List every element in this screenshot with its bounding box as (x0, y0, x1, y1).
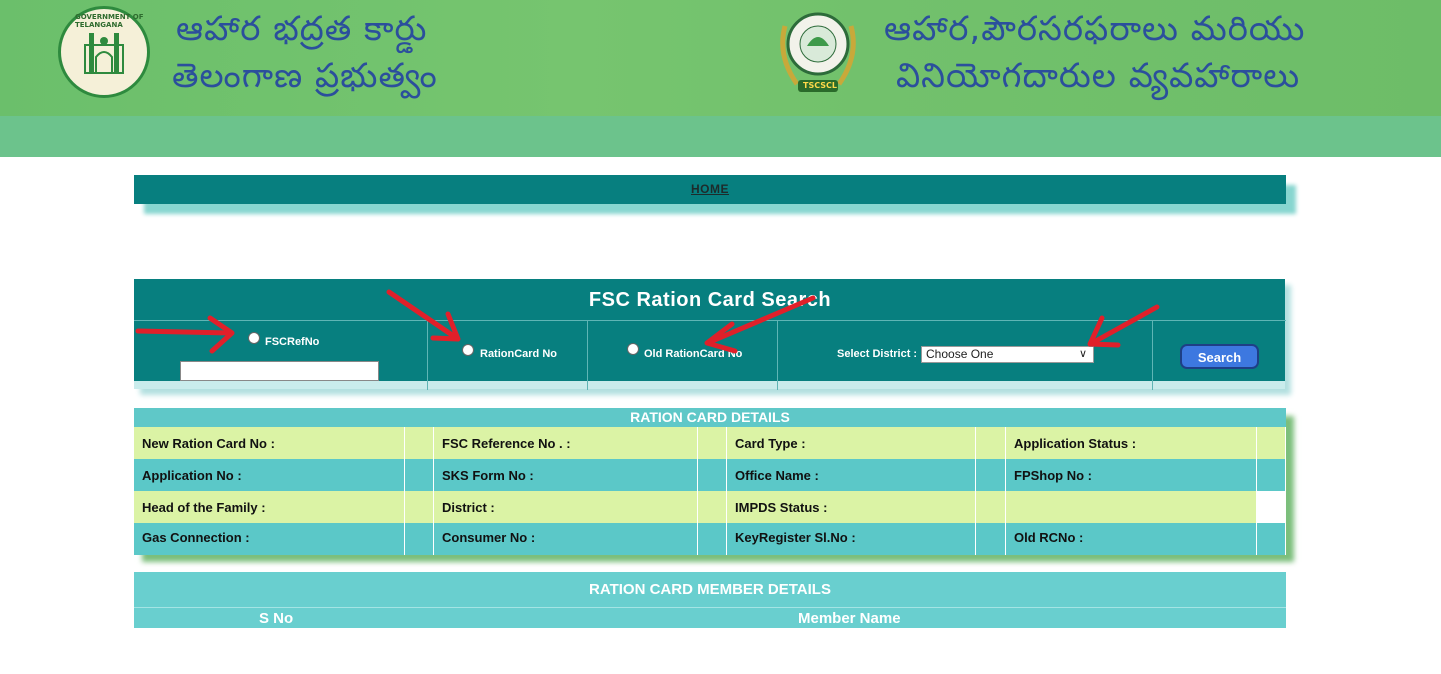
detail-value (976, 427, 1006, 459)
detail-label: Head of the Family : (142, 500, 266, 515)
search-options-row: FSCRefNo RationCard No Old RationCard No… (134, 320, 1286, 390)
detail-label: Old RCNo : (1014, 530, 1084, 545)
old-rationcard-label: Old RationCard No (644, 348, 743, 360)
divider (134, 607, 1286, 608)
detail-value (698, 427, 727, 459)
detail-label: FSC Reference No . : (442, 436, 571, 451)
search-title: FSC Ration Card Search (588, 289, 832, 311)
rationcard-radio[interactable] (462, 344, 474, 356)
detail-label: New Ration Card No : (142, 436, 275, 451)
detail-label: Application No : (142, 468, 242, 483)
detail-value (976, 491, 1006, 523)
details-title: RATION CARD DETAILS (134, 408, 1286, 427)
detail-value (405, 427, 434, 459)
detail-value (698, 491, 727, 523)
right-title-line2: వినియోగదారుల వ్యవహారాలు (896, 56, 1301, 96)
chevron-down-icon: ∨ (1078, 348, 1087, 360)
detail-value (405, 491, 434, 523)
member-details-table: RATION CARD MEMBER DETAILS S No Member N… (134, 572, 1286, 628)
old-rationcard-radio[interactable] (627, 343, 639, 355)
column-header-member-name: Member Name (798, 610, 901, 627)
detail-value (976, 523, 1006, 555)
left-title-line1: ఆహార భద్రత కార్డు (176, 9, 428, 49)
detail-label: SKS Form No : (442, 468, 534, 483)
table-row: Head of the Family : District : IMPDS St… (134, 491, 1286, 523)
detail-value (1257, 427, 1286, 459)
rationcard-cell: RationCard No (428, 321, 588, 390)
home-link[interactable]: HOME (691, 182, 729, 196)
detail-label: Card Type : (735, 436, 806, 451)
search-button[interactable]: Search (1180, 344, 1259, 369)
detail-label: KeyRegister Sl.No : (735, 530, 856, 545)
fscref-input[interactable] (180, 361, 379, 381)
logo-badge-text: TSCSCL (803, 81, 837, 90)
telangana-emblem-logo: GOVERNMENT OF TELANGANA (58, 6, 150, 98)
civil-supplies-logo: TSCSCL (777, 6, 859, 98)
detail-value (976, 459, 1006, 491)
fscref-cell: FSCRefNo (134, 321, 428, 390)
fscref-label: FSCRefNo (265, 336, 320, 348)
detail-label: Consumer No : (442, 530, 536, 545)
detail-value (1257, 459, 1286, 491)
detail-label: District : (442, 500, 495, 515)
detail-label: Application Status : (1014, 436, 1137, 451)
district-select-value: Choose One (926, 347, 994, 361)
detail-label: IMPDS Status : (735, 500, 828, 515)
right-title-line1: ఆహార,పౌరసరఫరాలు మరియు (884, 9, 1306, 49)
detail-value (698, 459, 727, 491)
district-label: Select District : (837, 348, 918, 360)
emblem-text: GOVERNMENT OF TELANGANA (75, 13, 144, 29)
fscref-radio[interactable] (248, 332, 260, 344)
detail-label: Office Name : (735, 468, 819, 483)
navigation-bar: HOME (134, 175, 1286, 204)
charminar-icon (84, 33, 124, 74)
detail-value (1257, 523, 1286, 555)
members-title: RATION CARD MEMBER DETAILS (589, 581, 831, 598)
detail-value (405, 523, 434, 555)
table-row: Application No : SKS Form No : Office Na… (134, 459, 1286, 491)
detail-value (405, 459, 434, 491)
district-select[interactable]: Choose One ∨ (921, 346, 1094, 363)
table-row: New Ration Card No : FSC Reference No . … (134, 427, 1286, 459)
column-header-sno: S No (259, 610, 294, 627)
left-title-line2: తెలంగాణ ప్రభుత్వం (172, 56, 438, 96)
header-banner: GOVERNMENT OF TELANGANA ఆహార భద్రత కార్డ… (0, 0, 1441, 116)
old-rationcard-cell: Old RationCard No (588, 321, 778, 390)
rationcard-label: RationCard No (480, 348, 557, 360)
detail-value (698, 523, 727, 555)
detail-value (1257, 491, 1286, 523)
detail-label: Gas Connection : (142, 530, 250, 545)
ration-card-details-table: RATION CARD DETAILS New Ration Card No :… (134, 408, 1286, 555)
header-strip (0, 116, 1441, 157)
ration-card-search-panel: FSC Ration Card Search FSCRefNo RationCa… (134, 279, 1286, 390)
detail-label: FPShop No : (1014, 468, 1092, 483)
table-row: Gas Connection : Consumer No : KeyRegist… (134, 523, 1286, 555)
